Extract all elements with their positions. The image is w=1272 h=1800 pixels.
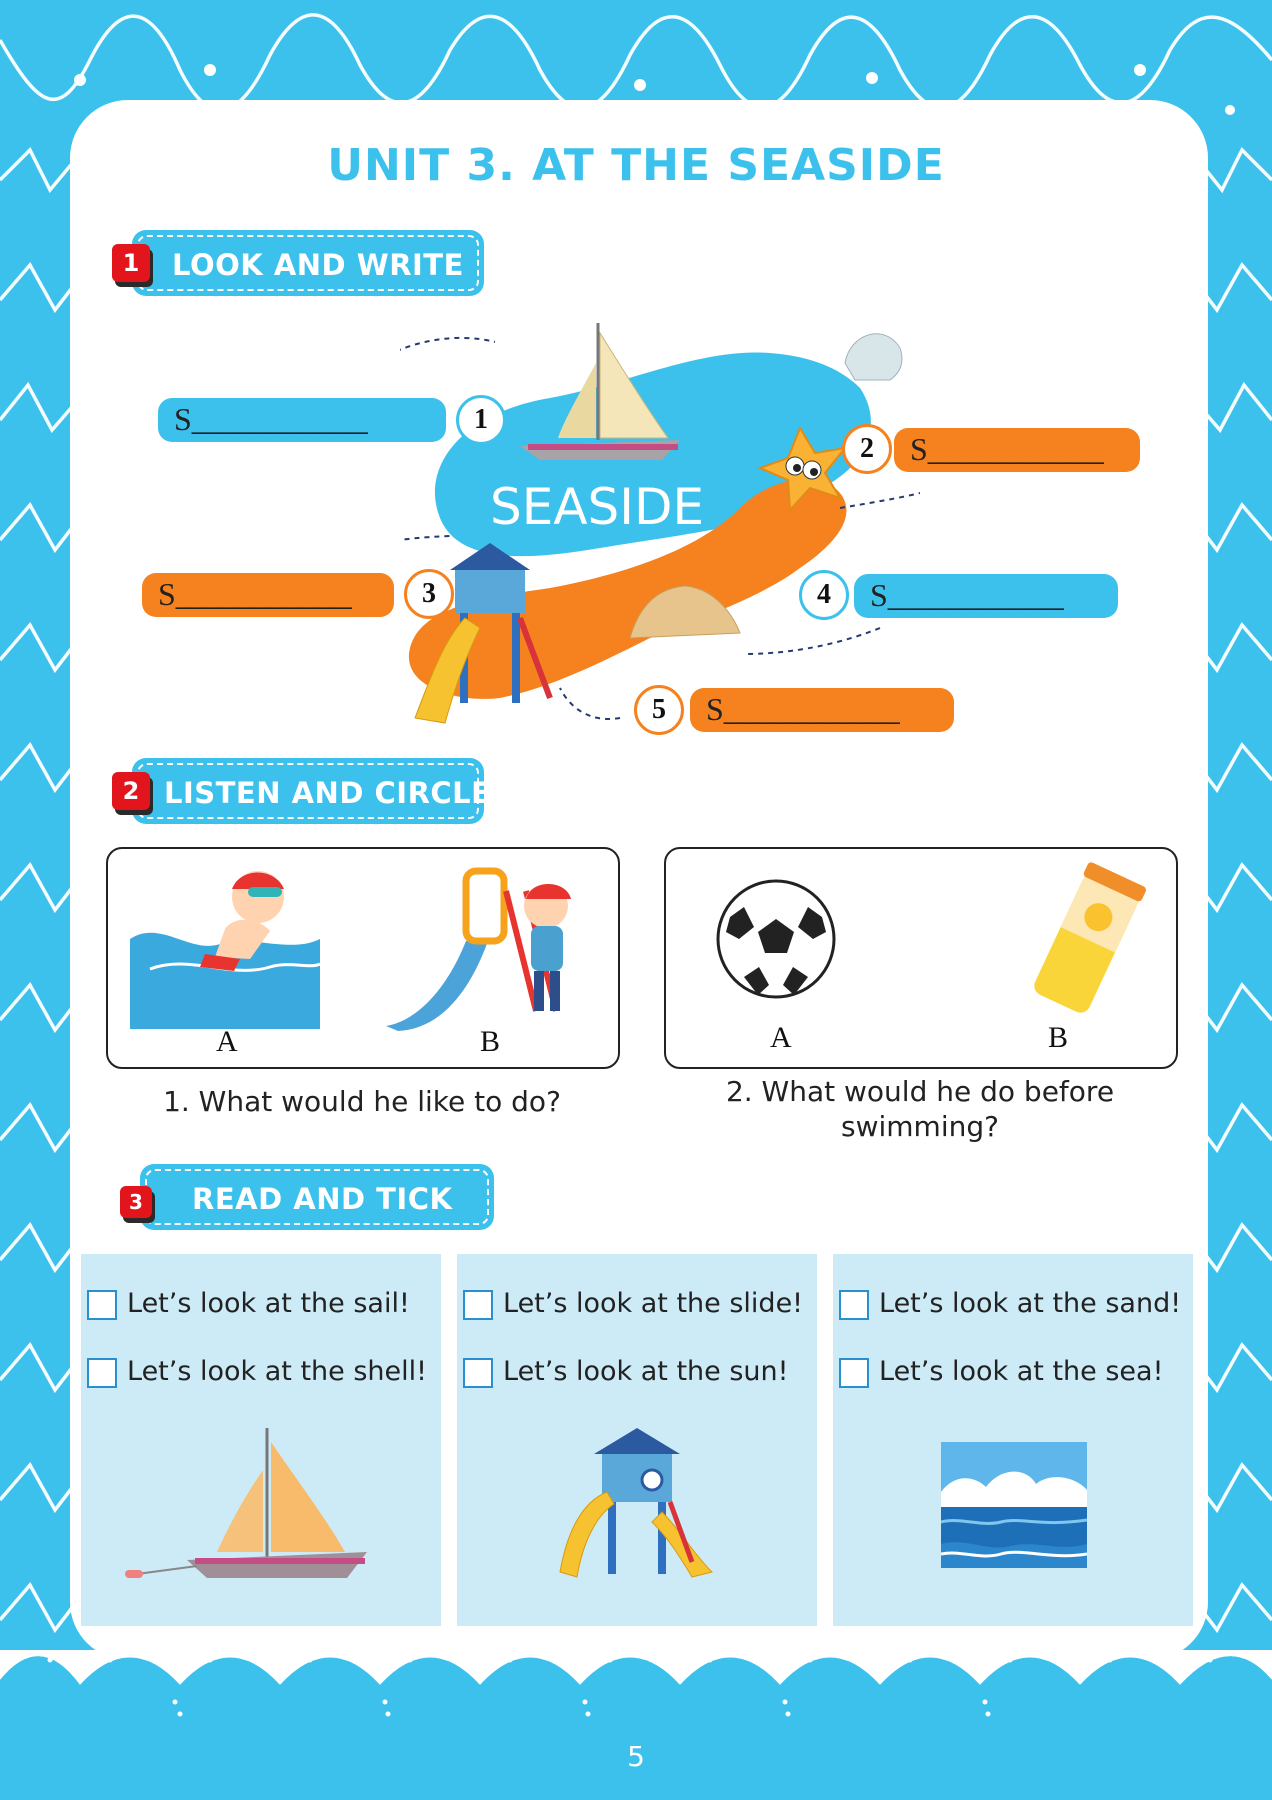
- sunscreen-icon[interactable]: [1016, 859, 1156, 1019]
- option-text: Let’s look at the slide!: [503, 1288, 804, 1319]
- shell-icon: [844, 333, 903, 381]
- section-title: READ AND TICK: [192, 1182, 453, 1216]
- write-field-4[interactable]: S___________: [854, 574, 1118, 618]
- option-a[interactable]: A: [216, 1025, 238, 1059]
- option-text: Let’s look at the sun!: [503, 1356, 789, 1387]
- playground-slide-icon: [559, 1428, 713, 1578]
- slide-boy-icon[interactable]: [376, 861, 586, 1031]
- football-icon[interactable]: [714, 877, 838, 1001]
- swimming-boy-icon[interactable]: [130, 859, 330, 1029]
- write-prompt: S___________: [706, 691, 900, 727]
- checkbox[interactable]: [463, 1358, 493, 1388]
- tick-panel-3: Let’s look at the sand! Let’s look at th…: [833, 1254, 1193, 1626]
- item-number-1: 1: [456, 395, 506, 445]
- section-title: LOOK AND WRITE: [172, 248, 464, 282]
- option-text: Let’s look at the sail!: [127, 1288, 410, 1319]
- write-field-1[interactable]: S___________: [158, 398, 446, 442]
- item-number-4: 4: [799, 570, 849, 620]
- checkbox[interactable]: [839, 1358, 869, 1388]
- listen-box-2: A B: [664, 847, 1178, 1069]
- seaside-label: SEASIDE: [490, 478, 705, 536]
- write-prompt: S___________: [158, 576, 352, 612]
- page-title: UNIT 3. AT THE SEASIDE: [327, 140, 945, 191]
- section-header-listen-and-circle: 2 LISTEN AND CIRCLE: [112, 758, 491, 824]
- tick-panel-1: Let’s look at the sail! Let’s look at th…: [81, 1254, 441, 1626]
- item-number-5: 5: [634, 685, 684, 735]
- option-text: Let’s look at the shell!: [127, 1356, 427, 1387]
- write-field-2[interactable]: S___________: [894, 428, 1140, 472]
- item-number-3: 3: [404, 569, 454, 619]
- write-prompt: S___________: [910, 431, 1104, 467]
- option-a[interactable]: A: [770, 1021, 792, 1055]
- question-2: 2. What would he do before swimming?: [725, 1075, 1115, 1143]
- scalloped-border: [0, 1650, 1272, 1740]
- question-1: 1. What would he like to do?: [163, 1085, 561, 1118]
- item-number-2: 2: [842, 424, 892, 474]
- checkbox[interactable]: [87, 1358, 117, 1388]
- sea-picture-icon: [941, 1442, 1087, 1568]
- checkbox[interactable]: [463, 1290, 493, 1320]
- page-number: 5: [627, 1740, 645, 1773]
- option-text: Let’s look at the sea!: [879, 1356, 1164, 1387]
- checkbox[interactable]: [839, 1290, 869, 1320]
- listen-box-1: A B: [106, 847, 620, 1069]
- section-title: LISTEN AND CIRCLE: [164, 776, 492, 810]
- section-number-badge: 2: [112, 772, 150, 810]
- checkbox[interactable]: [87, 1290, 117, 1320]
- section-number-badge: 3: [120, 1186, 152, 1218]
- sailboat-icon: [125, 1428, 367, 1578]
- option-text: Let’s look at the sand!: [879, 1288, 1182, 1319]
- option-b[interactable]: B: [1048, 1021, 1068, 1055]
- write-field-3[interactable]: S___________: [142, 573, 394, 617]
- write-prompt: S___________: [870, 577, 1064, 613]
- write-field-5[interactable]: S___________: [690, 688, 954, 732]
- section-header-look-and-write: 1 LOOK AND WRITE: [112, 230, 484, 296]
- tick-panel-2: Let’s look at the slide! Let’s look at t…: [457, 1254, 817, 1626]
- write-prompt: S___________: [174, 401, 368, 437]
- option-b[interactable]: B: [480, 1025, 500, 1059]
- section-header-read-and-tick: 3 READ AND TICK: [120, 1164, 494, 1230]
- section-number-badge: 1: [112, 244, 150, 282]
